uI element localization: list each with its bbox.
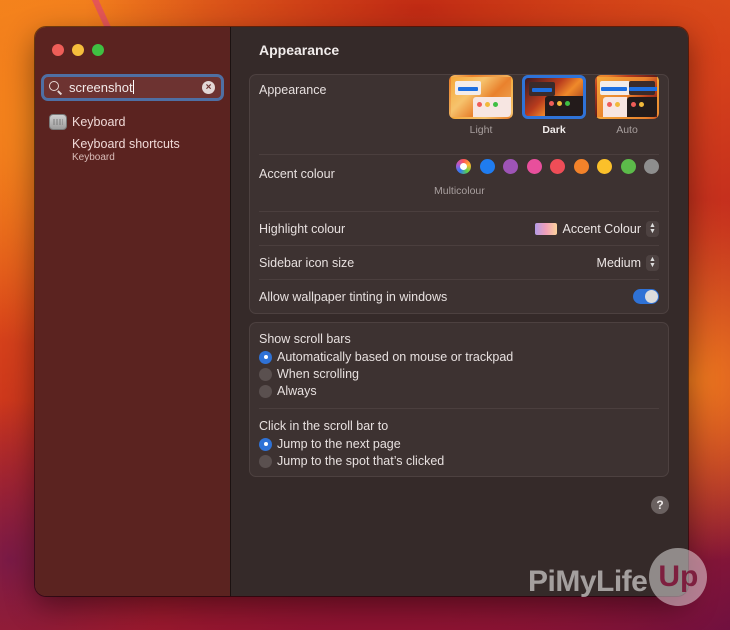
radio-when-scrolling[interactable]: When scrolling — [259, 367, 359, 381]
radio-label: Jump to the next page — [277, 437, 401, 451]
radio-button[interactable] — [259, 367, 272, 381]
accent-colour-label: Accent colour — [259, 167, 335, 181]
sidebar-icon-size-value: Medium — [596, 256, 641, 270]
theme-light[interactable]: Light — [449, 75, 513, 136]
accent-swatch-orange[interactable] — [573, 159, 589, 174]
accent-swatch-multicolour[interactable] — [456, 159, 471, 174]
show-scroll-bars-label: Show scroll bars — [259, 332, 351, 346]
theme-dark-label: Dark — [542, 124, 566, 136]
wallpaper-tinting-toggle[interactable] — [633, 289, 659, 304]
theme-auto[interactable]: Auto — [595, 75, 659, 136]
keyboard-icon — [49, 114, 67, 130]
click-scroll-bar-label: Click in the scroll bar to — [259, 419, 389, 433]
accent-swatch-blue[interactable] — [479, 159, 495, 174]
divider — [259, 408, 659, 409]
result-caption: Keyboard — [72, 152, 115, 163]
theme-light-label: Light — [469, 124, 493, 136]
maximize-window-button[interactable] — [92, 44, 104, 56]
result-keyboard-shortcuts[interactable]: Keyboard shortcuts Keyboard — [72, 137, 222, 164]
sidebar-icon-size-row: Sidebar icon size Medium ▲ ▼ — [259, 255, 659, 271]
theme-auto-label: Auto — [616, 124, 638, 136]
highlight-colour-swatch — [535, 223, 558, 235]
radio-button[interactable] — [259, 454, 272, 468]
radio-always[interactable]: Always — [259, 384, 317, 398]
highlight-colour-value: Accent Colour — [562, 222, 641, 236]
up-down-chevron-icon: ▲ ▼ — [646, 255, 659, 271]
settings-content: Appearance Appearance Light Dark Auto Ac… — [231, 27, 688, 596]
sidebar-icon-size-popup[interactable]: Medium ▲ ▼ — [597, 255, 659, 271]
appearance-group: Appearance Light Dark Auto Accent colour… — [249, 74, 669, 314]
accent-swatch-graphite[interactable] — [644, 159, 659, 174]
scroll-bars-group: Show scroll bars Automatically based on … — [249, 322, 669, 477]
close-window-button[interactable] — [52, 44, 64, 56]
search-icon — [49, 80, 63, 95]
search-input[interactable]: screenshot — [69, 80, 133, 95]
highlight-colour-row: Highlight colour Accent Colour ▲ ▼ — [259, 221, 659, 237]
clear-search-icon[interactable]: × — [202, 81, 215, 94]
theme-dark-thumbnail[interactable] — [522, 75, 586, 119]
result-keyboard[interactable]: Keyboard — [49, 113, 222, 131]
appearance-options: Light Dark Auto — [449, 75, 659, 136]
text-caret — [132, 80, 134, 94]
radio-spot-clicked[interactable]: Jump to the spot that’s clicked — [259, 454, 444, 468]
accent-caption: Multicolour — [434, 185, 485, 197]
highlight-colour-popup[interactable]: Accent Colour ▲ ▼ — [535, 221, 659, 237]
wallpaper-tinting-label: Allow wallpaper tinting in windows — [259, 289, 448, 304]
traffic-lights — [52, 44, 104, 56]
accent-swatch-green[interactable] — [620, 159, 636, 174]
up-down-chevron-icon: ▲ ▼ — [646, 221, 659, 237]
page-title: Appearance — [259, 42, 340, 58]
result-title: Keyboard shortcuts — [72, 137, 180, 151]
result-label: Keyboard — [72, 115, 126, 129]
appearance-label: Appearance — [259, 83, 327, 97]
accent-swatch-pink[interactable] — [526, 159, 542, 174]
divider — [259, 245, 659, 246]
theme-light-thumbnail[interactable] — [449, 75, 513, 119]
divider — [259, 211, 659, 212]
radio-label: When scrolling — [277, 367, 359, 381]
wallpaper-tinting-row: Allow wallpaper tinting in windows — [259, 289, 659, 304]
accent-colour-row: Accent colour Multicolour — [259, 159, 659, 197]
sidebar: screenshot × Keyboard Keyboard shortcuts… — [35, 27, 231, 596]
sidebar-icon-size-label: Sidebar icon size — [259, 256, 355, 270]
accent-swatches — [456, 159, 659, 174]
radio-button[interactable] — [259, 350, 272, 364]
radio-label: Always — [277, 384, 317, 398]
radio-button[interactable] — [259, 384, 272, 398]
accent-swatch-red[interactable] — [550, 159, 565, 174]
divider — [259, 154, 659, 155]
search-field[interactable]: screenshot × — [41, 74, 224, 101]
theme-auto-thumbnail[interactable] — [595, 75, 659, 119]
search-results: Keyboard Keyboard shortcuts Keyboard — [49, 113, 222, 164]
theme-dark[interactable]: Dark — [522, 75, 586, 136]
appearance-row: Appearance Light Dark Auto — [259, 75, 659, 136]
minimize-window-button[interactable] — [72, 44, 84, 56]
help-button[interactable]: ? — [651, 496, 669, 514]
radio-label: Jump to the spot that’s clicked — [277, 454, 445, 468]
radio-automatically[interactable]: Automatically based on mouse or trackpad — [259, 350, 513, 364]
system-settings-window: screenshot × Keyboard Keyboard shortcuts… — [35, 27, 688, 596]
divider — [259, 279, 659, 280]
highlight-colour-label: Highlight colour — [259, 222, 346, 236]
accent-swatch-purple[interactable] — [503, 159, 518, 174]
radio-label: Automatically based on mouse or trackpad — [277, 350, 514, 364]
accent-swatch-yellow[interactable] — [597, 159, 612, 174]
radio-next-page[interactable]: Jump to the next page — [259, 437, 401, 451]
radio-button[interactable] — [259, 437, 272, 451]
